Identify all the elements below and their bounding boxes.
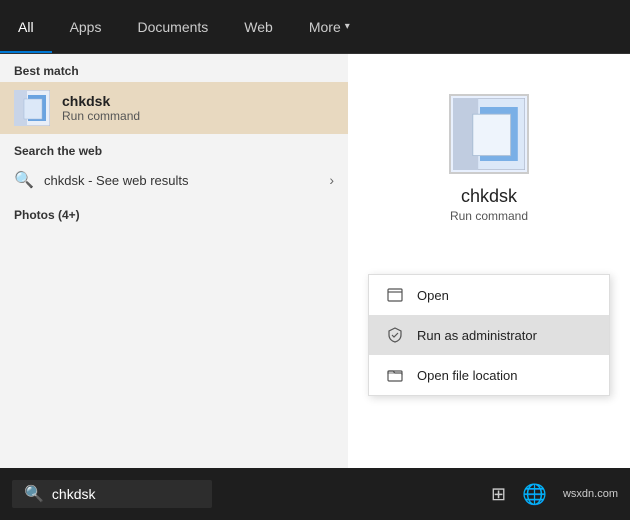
open-file-location-label: Open file location <box>417 368 517 383</box>
search-icon: 🔍 <box>14 170 34 190</box>
best-match-label: Best match <box>0 54 348 82</box>
web-search-suffix: - See web results <box>84 173 188 188</box>
best-match-item[interactable]: chkdsk Run command <box>0 82 348 134</box>
best-match-subtitle: Run command <box>62 109 140 123</box>
web-search-label: Search the web <box>0 134 348 162</box>
context-menu: Open Run as administrator <box>368 274 610 396</box>
app-icon-chkdsk <box>14 90 50 126</box>
taskbar-time: wsxdn.com <box>563 488 618 500</box>
context-menu-open-file-location[interactable]: Open file location <box>369 355 609 395</box>
best-match-title: chkdsk <box>62 93 140 109</box>
run-as-admin-label: Run as administrator <box>417 328 537 343</box>
chevron-down-icon: ▾ <box>345 21 350 32</box>
photos-label: Photos (4+) <box>0 198 348 226</box>
chevron-right-icon: › <box>329 172 334 188</box>
taskbar-search[interactable]: 🔍 chkdsk <box>12 480 212 508</box>
content-area: Best match chkdsk Run command Search the <box>0 54 630 520</box>
app-detail-top: chkdsk Run command <box>348 54 630 243</box>
web-search-left: 🔍 chkdsk - See web results <box>14 170 189 190</box>
web-search-query: chkdsk <box>44 173 84 188</box>
tab-bar: All Apps Documents Web More ▾ <box>0 0 630 54</box>
tab-web[interactable]: Web <box>226 0 291 53</box>
tab-documents[interactable]: Documents <box>119 0 226 53</box>
taskbar-search-icon: 🔍 <box>24 484 44 504</box>
tab-apps-label: Apps <box>70 19 102 35</box>
open-label: Open <box>417 288 449 303</box>
web-search-text: chkdsk - See web results <box>44 173 189 188</box>
best-match-text: chkdsk Run command <box>62 93 140 123</box>
tab-documents-label: Documents <box>137 19 208 35</box>
context-menu-open[interactable]: Open <box>369 275 609 315</box>
taskbar-search-text: chkdsk <box>52 486 96 502</box>
tab-more[interactable]: More ▾ <box>291 0 368 53</box>
tab-apps[interactable]: Apps <box>52 0 120 53</box>
context-menu-run-as-admin[interactable]: Run as administrator <box>369 315 609 355</box>
app-name-large: chkdsk <box>461 186 517 207</box>
taskbar-right: ⊞ 🌐 wsxdn.com <box>491 482 618 507</box>
tab-all-label: All <box>18 19 34 35</box>
task-view-icon[interactable]: ⊞ <box>491 484 506 505</box>
web-search-item[interactable]: 🔍 chkdsk - See web results › <box>0 162 348 198</box>
taskbar-left: 🔍 chkdsk <box>12 480 212 508</box>
tab-all[interactable]: All <box>0 0 52 53</box>
folder-icon <box>385 365 405 385</box>
taskbar: 🔍 chkdsk ⊞ 🌐 wsxdn.com <box>0 468 630 520</box>
tab-more-label: More <box>309 19 341 35</box>
tab-web-label: Web <box>244 19 273 35</box>
edge-icon[interactable]: 🌐 <box>522 482 547 507</box>
shield-icon <box>385 325 405 345</box>
right-panel: chkdsk Run command Open <box>348 54 630 520</box>
left-panel: Best match chkdsk Run command Search the <box>0 54 348 520</box>
app-icon-large <box>449 94 529 174</box>
app-subtitle-large: Run command <box>450 209 528 223</box>
open-icon <box>385 285 405 305</box>
